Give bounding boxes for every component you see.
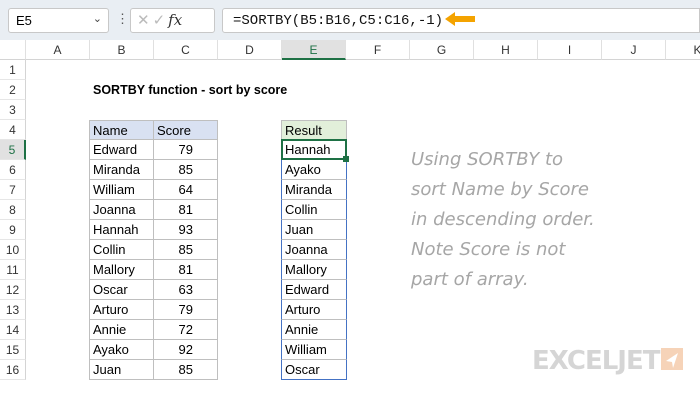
name-cell[interactable]: Oscar bbox=[89, 280, 154, 300]
row-header-12[interactable]: 12 bbox=[0, 280, 26, 300]
name-cell[interactable]: Juan bbox=[89, 360, 154, 380]
score-cell[interactable]: 79 bbox=[153, 140, 218, 160]
fx-icon[interactable]: fx bbox=[168, 11, 182, 29]
more-icon: ⋮ bbox=[116, 11, 129, 26]
row-header-5[interactable]: 5 bbox=[0, 140, 26, 160]
score-cell[interactable]: 85 bbox=[153, 360, 218, 380]
name-cell[interactable]: Collin bbox=[89, 240, 154, 260]
check-icon[interactable]: ✓ bbox=[153, 12, 169, 29]
column-header-C[interactable]: C bbox=[154, 40, 218, 60]
result-header[interactable]: Result bbox=[281, 120, 347, 140]
score-cell[interactable]: 79 bbox=[153, 300, 218, 320]
name-box-value: E5 bbox=[16, 13, 32, 28]
score-cell[interactable]: 81 bbox=[153, 260, 218, 280]
result-cell[interactable]: Mallory bbox=[281, 260, 347, 280]
name-cell[interactable]: Arturo bbox=[89, 300, 154, 320]
score-cell[interactable]: 72 bbox=[153, 320, 218, 340]
row-header-1[interactable]: 1 bbox=[0, 60, 26, 80]
result-cell[interactable]: Juan bbox=[281, 220, 347, 240]
row-header-2[interactable]: 2 bbox=[0, 80, 26, 100]
chevron-down-icon[interactable]: ⌄ bbox=[93, 12, 102, 25]
column-header-B[interactable]: B bbox=[90, 40, 154, 60]
table-header-name[interactable]: Name bbox=[89, 120, 154, 140]
select-all-corner[interactable] bbox=[0, 40, 26, 60]
column-header-G[interactable]: G bbox=[410, 40, 474, 60]
name-cell[interactable]: Annie bbox=[89, 320, 154, 340]
name-cell[interactable]: Mallory bbox=[89, 260, 154, 280]
column-header-I[interactable]: I bbox=[538, 40, 602, 60]
score-cell[interactable]: 63 bbox=[153, 280, 218, 300]
score-cell[interactable]: 64 bbox=[153, 180, 218, 200]
row-header-15[interactable]: 15 bbox=[0, 340, 26, 360]
row-header-10[interactable]: 10 bbox=[0, 240, 26, 260]
name-cell[interactable]: William bbox=[89, 180, 154, 200]
score-cell[interactable]: 93 bbox=[153, 220, 218, 240]
note-text: Using SORTBY to sort Name by Score in de… bbox=[411, 149, 595, 290]
row-header-16[interactable]: 16 bbox=[0, 360, 26, 380]
column-header-H[interactable]: H bbox=[474, 40, 538, 60]
row-header-14[interactable]: 14 bbox=[0, 320, 26, 340]
result-cell[interactable]: Joanna bbox=[281, 240, 347, 260]
row-header-11[interactable]: 11 bbox=[0, 260, 26, 280]
row-header-3[interactable]: 3 bbox=[0, 100, 26, 120]
row-header-7[interactable]: 7 bbox=[0, 180, 26, 200]
score-cell[interactable]: 81 bbox=[153, 200, 218, 220]
result-cell[interactable]: Collin bbox=[281, 200, 347, 220]
column-header-F[interactable]: F bbox=[346, 40, 410, 60]
name-cell[interactable]: Hannah bbox=[89, 220, 154, 240]
cancel-icon[interactable]: ✕ bbox=[137, 12, 153, 29]
row-header-6[interactable]: 6 bbox=[0, 160, 26, 180]
result-cell[interactable]: Arturo bbox=[281, 300, 347, 320]
name-cell[interactable]: Joanna bbox=[89, 200, 154, 220]
fill-handle[interactable] bbox=[343, 156, 349, 162]
sheet-title: SORTBY function - sort by score bbox=[93, 83, 288, 97]
column-header-A[interactable]: A bbox=[26, 40, 90, 60]
formula-buttons: ✕✓fx bbox=[130, 8, 215, 33]
column-header-D[interactable]: D bbox=[218, 40, 282, 60]
column-header-J[interactable]: J bbox=[602, 40, 666, 60]
row-header-13[interactable]: 13 bbox=[0, 300, 26, 320]
result-cell[interactable]: Oscar bbox=[281, 360, 347, 380]
row-header-4[interactable]: 4 bbox=[0, 120, 26, 140]
result-cell[interactable]: William bbox=[281, 340, 347, 360]
exceljet-logo: EXCELJET bbox=[532, 346, 684, 376]
table-header-score[interactable]: Score bbox=[153, 120, 218, 140]
score-cell[interactable]: 85 bbox=[153, 240, 218, 260]
result-cell[interactable]: Miranda bbox=[281, 180, 347, 200]
column-header-K[interactable]: K bbox=[666, 40, 700, 60]
name-box[interactable]: E5 ⌄ bbox=[8, 8, 109, 33]
column-header-E[interactable]: E bbox=[282, 40, 346, 60]
arrow-left-icon bbox=[445, 12, 475, 26]
result-cell[interactable]: Edward bbox=[281, 280, 347, 300]
result-cell[interactable]: Annie bbox=[281, 320, 347, 340]
result-cell[interactable]: Ayako bbox=[281, 160, 347, 180]
row-header-8[interactable]: 8 bbox=[0, 200, 26, 220]
name-cell[interactable]: Edward bbox=[89, 140, 154, 160]
row-header-9[interactable]: 9 bbox=[0, 220, 26, 240]
score-cell[interactable]: 92 bbox=[153, 340, 218, 360]
name-cell[interactable]: Ayako bbox=[89, 340, 154, 360]
active-cell-border bbox=[281, 139, 347, 160]
name-cell[interactable]: Miranda bbox=[89, 160, 154, 180]
score-cell[interactable]: 85 bbox=[153, 160, 218, 180]
